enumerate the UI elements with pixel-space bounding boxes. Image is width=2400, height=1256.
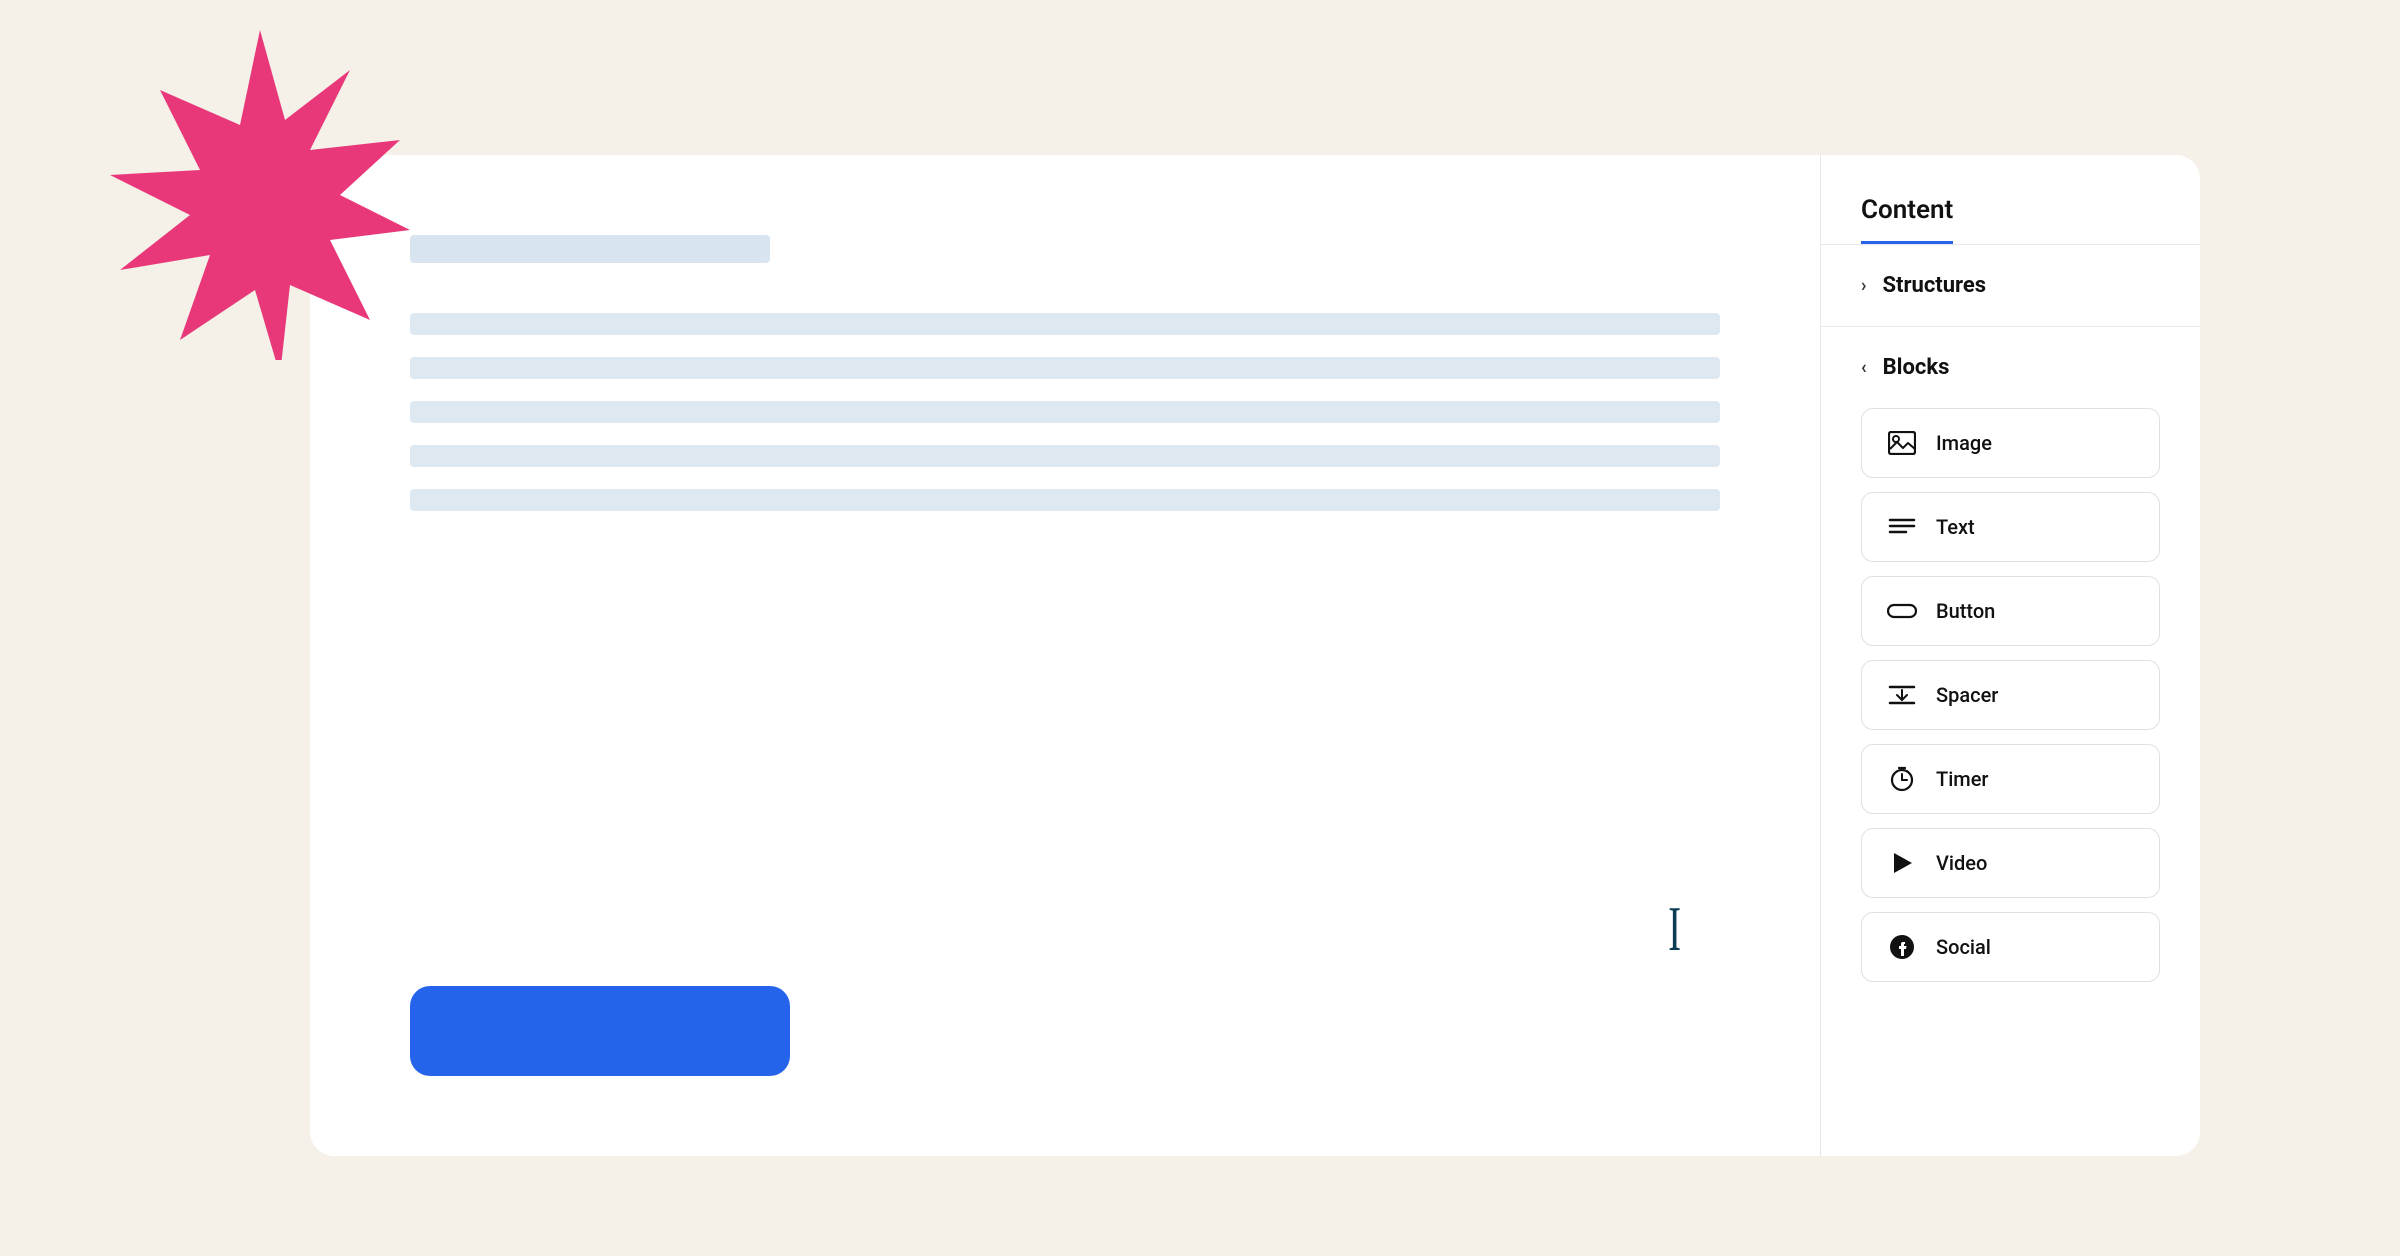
blue-button-placeholder[interactable] [410,986,790,1076]
star-decoration [100,20,420,360]
structures-label: Structures [1882,273,1986,298]
placeholder-line-4 [410,445,1720,467]
placeholder-line-1 [410,313,1720,335]
blocks-section: ‹ Blocks Image [1821,327,2200,982]
panel-title: Content [1861,195,1953,244]
block-name-spacer: Spacer [1936,683,1998,707]
panel-header: Content [1821,155,2200,245]
block-name-social: Social [1936,935,1991,959]
block-name-timer: Timer [1936,767,1989,791]
placeholder-title-bar [410,235,770,263]
block-items-grid: Image Text [1861,408,2160,982]
block-item-timer[interactable]: Timer [1861,744,2160,814]
block-item-social[interactable]: Social [1861,912,2160,982]
block-item-video[interactable]: Video [1861,828,2160,898]
blocks-label: Blocks [1883,355,1950,380]
block-item-text[interactable]: Text [1861,492,2160,562]
structures-chevron-icon: › [1861,275,1866,296]
placeholder-line-5 [410,489,1720,511]
button-icon [1886,595,1918,627]
right-panel: Content › Structures ‹ Blocks [1820,155,2200,1156]
image-icon [1886,427,1918,459]
spacer-icon [1886,679,1918,711]
text-lines-icon [1886,511,1918,543]
video-play-icon [1886,847,1918,879]
blocks-chevron-icon: ‹ [1861,357,1867,378]
main-container: I Content › Structures ‹ Blocks [310,155,2200,1156]
block-item-image[interactable]: Image [1861,408,2160,478]
placeholder-line-2 [410,357,1720,379]
text-cursor: I [1668,897,1681,961]
social-icon [1886,931,1918,963]
block-name-video: Video [1936,851,1987,875]
block-item-button[interactable]: Button [1861,576,2160,646]
block-name-image: Image [1936,431,1992,455]
block-name-text: Text [1936,515,1975,539]
timer-icon [1886,763,1918,795]
document-panel: I [310,155,1820,1156]
placeholder-line-3 [410,401,1720,423]
block-item-spacer[interactable]: Spacer [1861,660,2160,730]
block-name-button: Button [1936,599,1995,623]
blocks-header: ‹ Blocks [1861,355,2160,380]
structures-section[interactable]: › Structures [1821,245,2200,327]
